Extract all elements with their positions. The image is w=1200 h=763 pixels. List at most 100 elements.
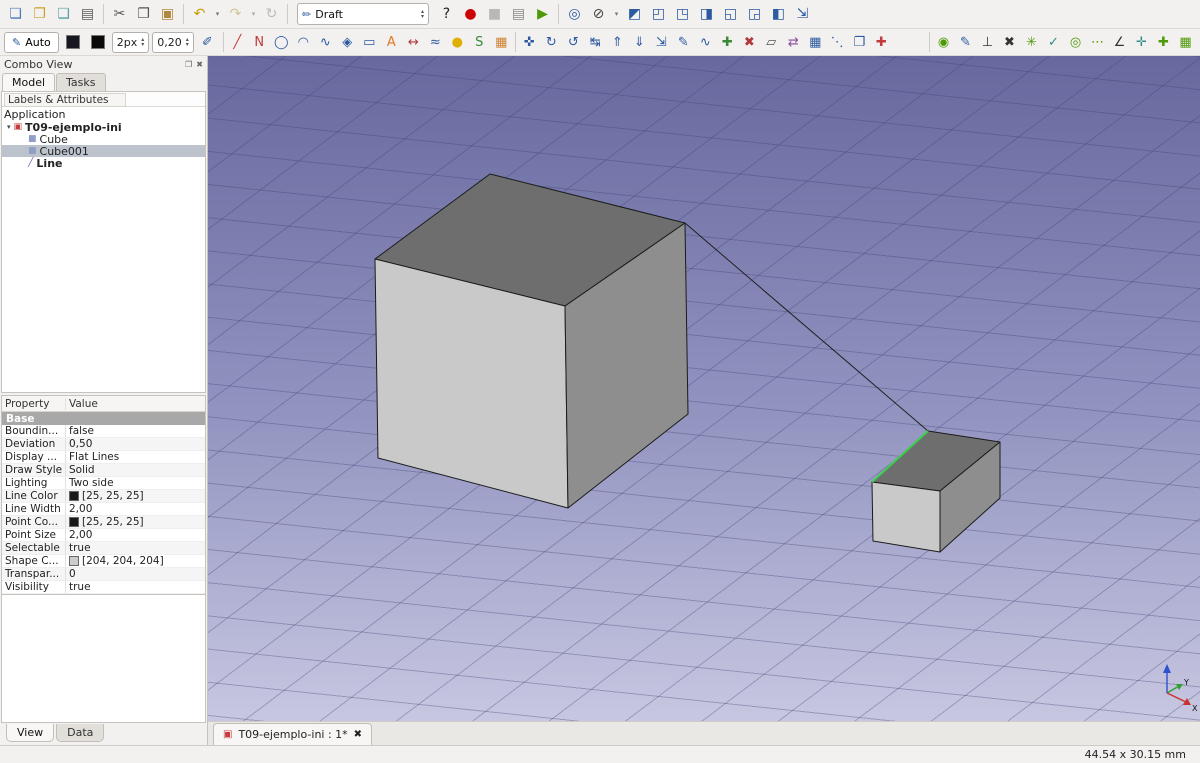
line-object[interactable]	[684, 222, 929, 432]
draft-facebinder-button[interactable]: ▦	[491, 32, 512, 53]
tree-item-document[interactable]: ▾ ▣ T09-ejemplo-ini	[2, 121, 205, 134]
draft-circle-button[interactable]: ◯	[271, 32, 292, 53]
snap-grid-button[interactable]: ▦	[1175, 32, 1196, 53]
open-document-button[interactable]: ❐	[28, 3, 51, 25]
fit-all-button[interactable]: ◎	[563, 3, 586, 25]
tree-item[interactable]: ■ Cube001	[2, 145, 205, 158]
refresh-button[interactable]: ↻	[260, 3, 283, 25]
draft-delete-point-button[interactable]: ✖	[739, 32, 760, 53]
view-rear-button[interactable]: ◱	[719, 3, 742, 25]
snap-extension-button[interactable]: ✚	[1153, 32, 1174, 53]
draft-shape2d-view-button[interactable]: ▱	[761, 32, 782, 53]
redo-menu-button[interactable]: ▾	[248, 3, 259, 25]
draft-move-button[interactable]: ✜	[519, 32, 540, 53]
draft-text-button[interactable]: A	[381, 32, 402, 53]
view-left-button[interactable]: ◧	[767, 3, 790, 25]
property-group-base[interactable]: Base	[2, 412, 205, 425]
working-plane-button[interactable]: ✎ Auto	[4, 31, 59, 53]
document-tab[interactable]: ▣ T09-ejemplo-ini : 1* ✖	[213, 723, 373, 745]
property-row[interactable]: Lighting Two side	[2, 477, 205, 490]
draft-line-button[interactable]: ╱	[227, 32, 248, 53]
snap-dimensions-button[interactable]: ⋯	[1087, 32, 1108, 53]
snap-angle-button[interactable]: ∠	[1109, 32, 1130, 53]
macro-execute-button[interactable]: ▶	[531, 3, 554, 25]
new-document-button[interactable]: ❏	[4, 3, 27, 25]
draft-array-button[interactable]: ▦	[805, 32, 826, 53]
macro-stop-button[interactable]: ■	[483, 3, 506, 25]
tree-item[interactable]: ■ Cube	[2, 133, 205, 146]
draft-wire-to-bspline-button[interactable]: ∿	[695, 32, 716, 53]
property-row[interactable]: Shape C... [204, 204, 204]	[2, 555, 205, 568]
draft-upgrade-button[interactable]: ⇑	[607, 32, 628, 53]
view-bottom-button[interactable]: ◲	[743, 3, 766, 25]
property-row[interactable]: Deviation 0,50	[2, 438, 205, 451]
draft-scale-button[interactable]: ⇲	[651, 32, 672, 53]
draft-add-point-button[interactable]: ✚	[717, 32, 738, 53]
property-row[interactable]: Point Size 2,00	[2, 529, 205, 542]
3d-scene[interactable]: Y X	[208, 56, 1200, 721]
paste-button[interactable]: ▣	[156, 3, 179, 25]
draw-style-button[interactable]: ⊘	[587, 3, 610, 25]
line-width-select[interactable]: 2px ▴ ▾	[111, 31, 150, 53]
draft-bspline-button[interactable]: ∿	[315, 32, 336, 53]
construction-mode-toggle[interactable]: ✐	[197, 32, 218, 53]
redo-button[interactable]: ↷	[224, 3, 247, 25]
property-row[interactable]: Visibility true	[2, 581, 205, 594]
property-view-tab[interactable]: View	[6, 724, 55, 742]
snap-near-button[interactable]: ✓	[1043, 32, 1064, 53]
draft-point-button[interactable]: ●	[447, 32, 468, 53]
combo-view-tab[interactable]: Tasks	[56, 73, 106, 91]
draft-clone-button[interactable]: ❐	[849, 32, 870, 53]
property-row[interactable]: Transpar... 0	[2, 568, 205, 581]
view-front-button[interactable]: ◰	[647, 3, 670, 25]
draft-offset-button[interactable]: ↺	[563, 32, 584, 53]
draft-rectangle-button[interactable]: ▭	[359, 32, 380, 53]
property-row[interactable]: Selectable true	[2, 542, 205, 555]
snap-endpoint-button[interactable]: ✎	[955, 32, 976, 53]
macro-edit-button[interactable]: ▤	[507, 3, 530, 25]
property-row[interactable]: Line Color [25, 25, 25]	[2, 490, 205, 503]
view-top-button[interactable]: ◳	[671, 3, 694, 25]
measure-distance-button[interactable]: ⇲	[791, 3, 814, 25]
view-axonometric-button[interactable]: ◩	[623, 3, 646, 25]
float-panel-button[interactable]: ❐	[185, 60, 192, 69]
draft-rotate-button[interactable]: ↻	[541, 32, 562, 53]
close-tab-icon[interactable]: ✖	[354, 729, 362, 740]
draft-wire-button[interactable]: N	[249, 32, 270, 53]
draft-polygon-button[interactable]: ◈	[337, 32, 358, 53]
macro-record-button[interactable]: ●	[459, 3, 482, 25]
draft-bezier-button[interactable]: ≈	[425, 32, 446, 53]
face-color-swatch-button[interactable]	[87, 32, 109, 53]
3d-viewport[interactable]: Y X	[208, 56, 1200, 721]
draft-trimex-button[interactable]: ↹	[585, 32, 606, 53]
print-button[interactable]: ▤	[76, 3, 99, 25]
snap-lock-button[interactable]: ◉	[933, 32, 954, 53]
property-view-tab[interactable]: Data	[56, 724, 105, 742]
combo-view-tab[interactable]: Model	[2, 73, 56, 91]
cube-object[interactable]	[374, 173, 689, 509]
draft-downgrade-button[interactable]: ⇓	[629, 32, 650, 53]
draft-path-array-button[interactable]: ⋱	[827, 32, 848, 53]
draft-shapestring-button[interactable]: S	[469, 32, 490, 53]
draft-edit-button[interactable]: ✎	[673, 32, 694, 53]
tree-root-application[interactable]: Application	[2, 108, 205, 121]
property-row[interactable]: Draw Style Solid	[2, 464, 205, 477]
snap-perpendicular-button[interactable]: ⊥	[977, 32, 998, 53]
property-row[interactable]: Display ... Flat Lines	[2, 451, 205, 464]
whats-this-button[interactable]: ?	[435, 3, 458, 25]
snap-ortho-button[interactable]: ✛	[1131, 32, 1152, 53]
text-size-spinbox[interactable]: 0,20 ▴ ▾	[152, 31, 194, 53]
copy-button[interactable]: ❐	[132, 3, 155, 25]
close-panel-button[interactable]: ✖	[196, 60, 203, 69]
property-row[interactable]: Line Width 2,00	[2, 503, 205, 516]
property-row[interactable]: Point Co... [25, 25, 25]	[2, 516, 205, 529]
cube001-object[interactable]	[871, 430, 1001, 553]
draft-arc-button[interactable]: ◠	[293, 32, 314, 53]
undo-menu-button[interactable]: ▾	[212, 3, 223, 25]
workbench-selector[interactable]: ✏ Draft ▴ ▾	[297, 3, 429, 25]
draw-style-menu-button[interactable]: ▾	[611, 3, 622, 25]
view-right-button[interactable]: ◨	[695, 3, 718, 25]
snap-special-button[interactable]: ✳	[1021, 32, 1042, 53]
draft-to-sketch-button[interactable]: ⇄	[783, 32, 804, 53]
draft-dimension-button[interactable]: ↔	[403, 32, 424, 53]
